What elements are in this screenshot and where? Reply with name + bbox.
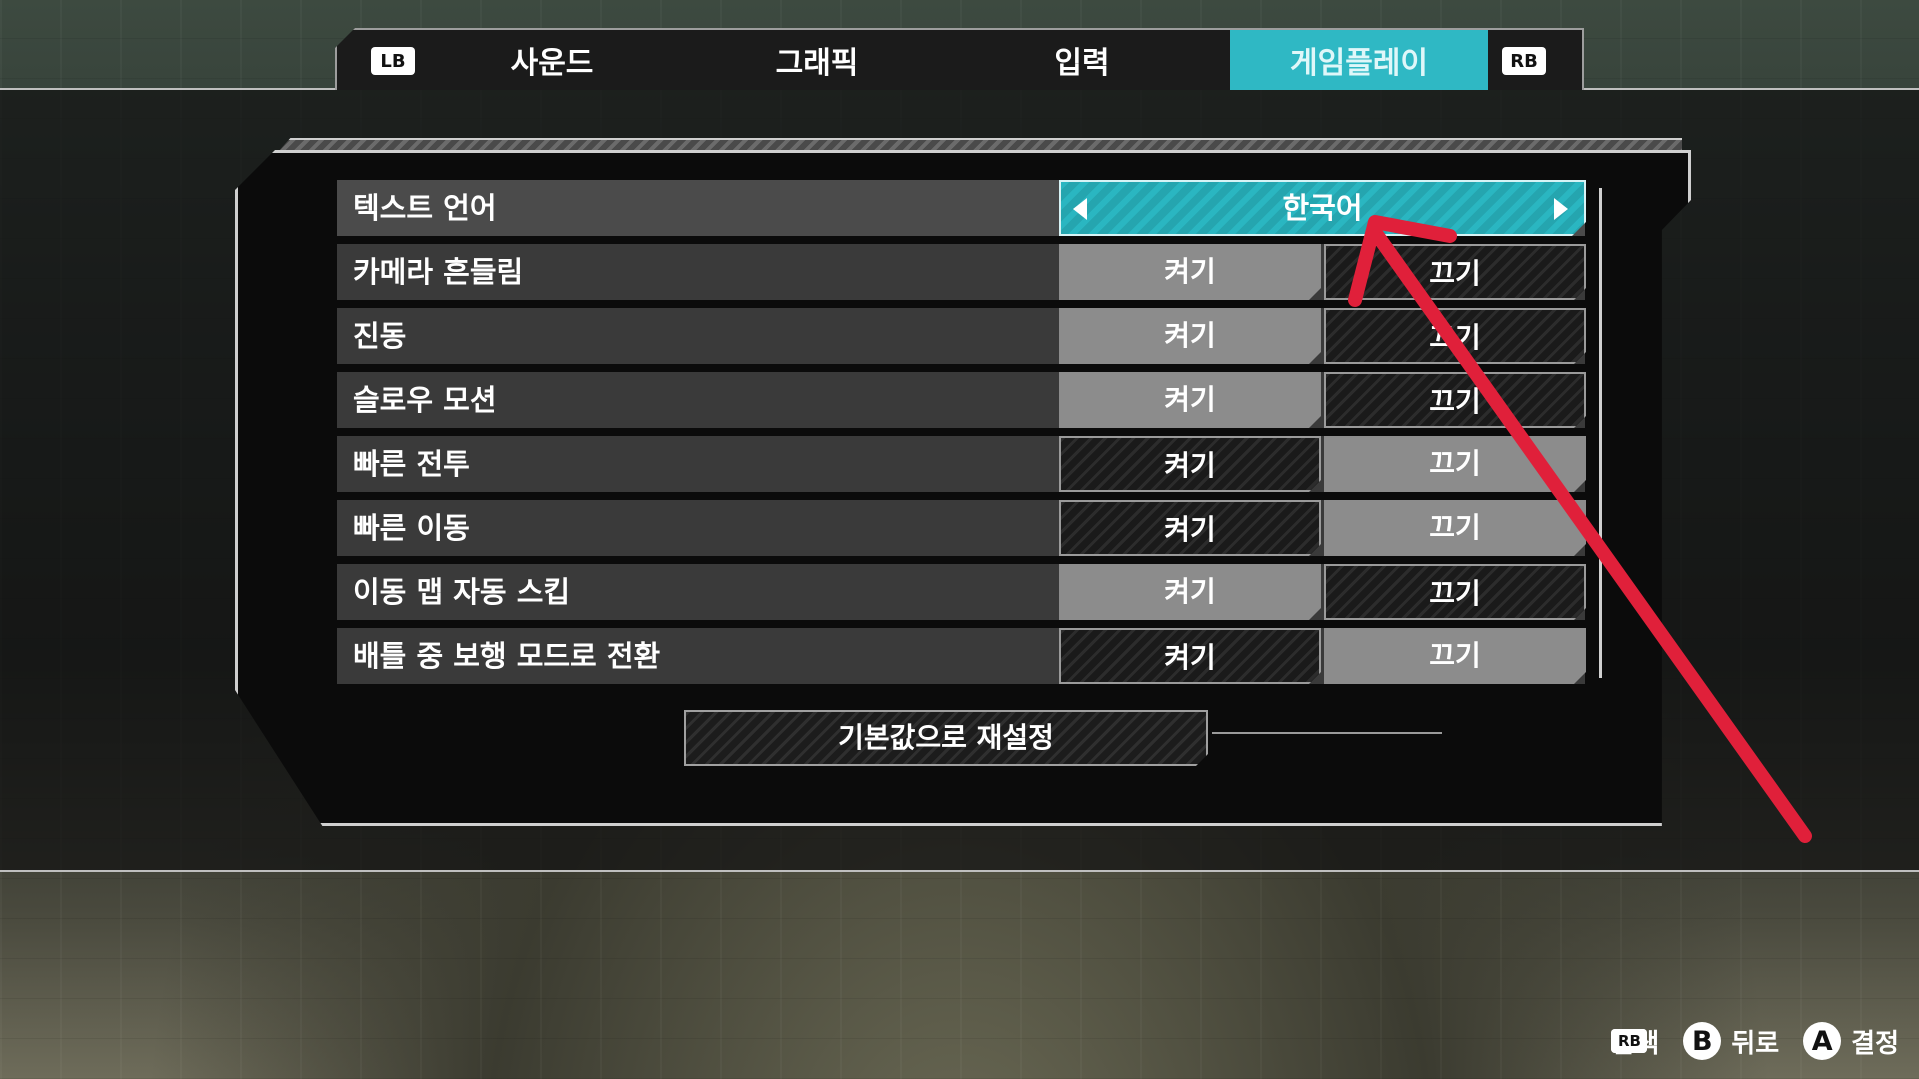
back-hint[interactable]: 뒤로 bbox=[1731, 1023, 1779, 1060]
rb-badge-footer: RB bbox=[1611, 1029, 1648, 1053]
confirm-hint[interactable]: 결정 bbox=[1851, 1023, 1899, 1060]
a-button-icon[interactable]: A bbox=[1803, 1022, 1842, 1060]
controls-footer: LB RB 탐색 B 뒤로 A 결정 bbox=[1611, 1021, 1899, 1061]
b-button-icon[interactable]: B bbox=[1683, 1022, 1722, 1060]
annotation-arrow-icon bbox=[1348, 215, 1812, 843]
